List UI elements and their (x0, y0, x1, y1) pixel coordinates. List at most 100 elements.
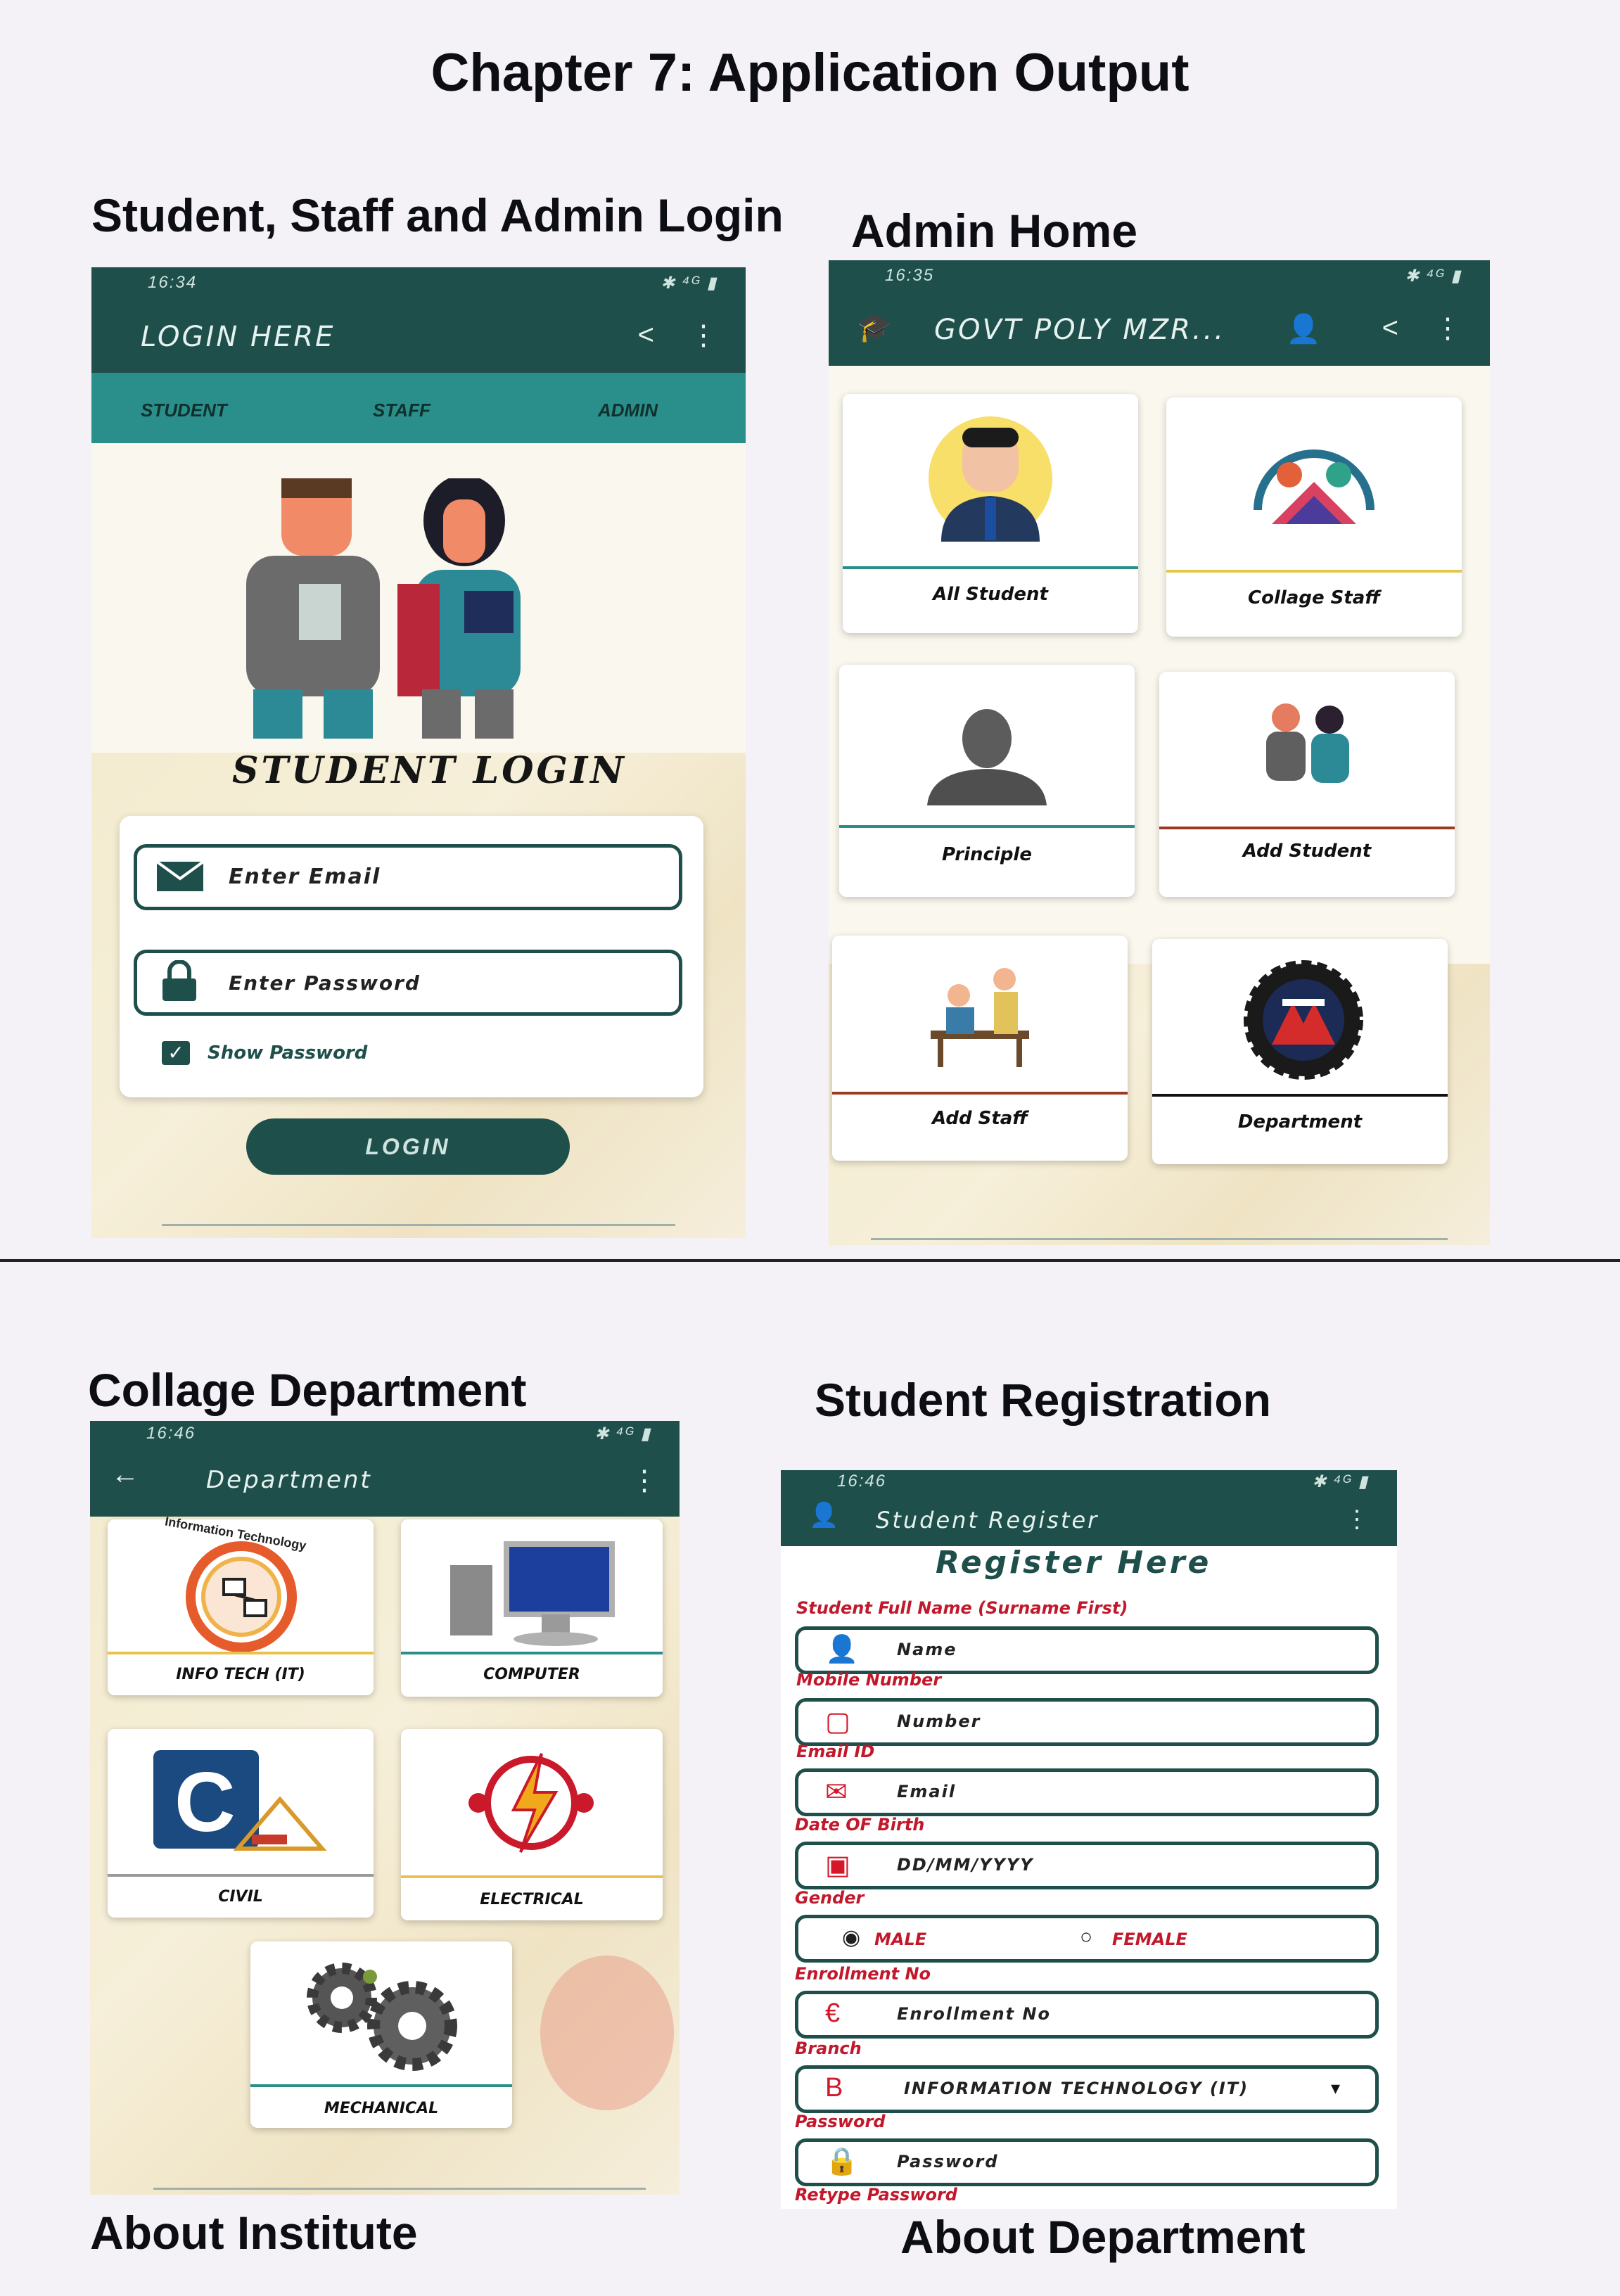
dob-field[interactable]: ▣ DD/MM/YYYY (795, 1842, 1379, 1889)
tile-accent-line (832, 1092, 1128, 1095)
register-password-placeholder: Password (897, 2152, 999, 2171)
tile-label: INFO TECH (IT) (176, 1666, 305, 1683)
branch-label: Branch (795, 2039, 862, 2058)
add-staff-tile[interactable]: Add Staff (832, 936, 1128, 1161)
tile-accent-line (108, 1652, 374, 1654)
share-icon[interactable]: < (1382, 312, 1398, 344)
nav-bar-line (162, 1224, 675, 1226)
register-password-field[interactable]: 🔒 Password (795, 2138, 1379, 2186)
password-field[interactable]: Enter Password (134, 950, 682, 1016)
status-icons: ✱ ⁴ᴳ ▮ (1405, 267, 1462, 286)
email-placeholder: Enter Email (229, 865, 381, 889)
enrollment-field[interactable]: € Enrollment No (795, 1991, 1379, 2039)
overflow-menu-icon[interactable]: ⋮ (689, 319, 717, 352)
back-arrow-icon[interactable]: ← (111, 1459, 139, 1491)
tile-label: CIVIL (218, 1888, 263, 1906)
app-bar-title: GOVT POLY MZR... (934, 314, 1226, 346)
status-bar: 16:46 ✱ ⁴ᴳ ▮ (781, 1470, 1397, 1495)
share-icon[interactable]: < (638, 319, 654, 351)
app-bar-title: Department (206, 1466, 372, 1494)
tile-accent-line (108, 1874, 374, 1877)
overflow-menu-icon[interactable]: ⋮ (1434, 312, 1462, 345)
tile-accent-line (1166, 570, 1462, 573)
tab-student[interactable]: STUDENT (141, 400, 227, 421)
graduation-cap-icon: 🎓 (857, 312, 892, 343)
admin-home-screen: 16:35 ✱ ⁴ᴳ ▮ 🎓 GOVT POLY MZR... 👤 < ⋮ Al… (829, 260, 1490, 1245)
show-password-label: Show Password (208, 1042, 368, 1064)
tile-label: Collage Staff (1248, 587, 1380, 608)
status-bar: 16:34 ✱ ⁴ᴳ ▮ (91, 267, 746, 300)
tile-accent-line (1159, 827, 1455, 829)
tile-accent-line (1152, 1094, 1448, 1097)
principal-silhouette-icon (927, 709, 1047, 805)
tile-accent-line (401, 1875, 663, 1878)
branch-select[interactable]: B INFORMATION TECHNOLOGY (IT) ▾ (795, 2065, 1379, 2113)
retype-password-label: Retype Password (795, 2185, 957, 2205)
login-button[interactable]: LOGIN (246, 1118, 570, 1175)
department-tile[interactable]: Department (1152, 939, 1448, 1164)
collage-staff-tile[interactable]: Collage Staff (1166, 397, 1462, 637)
gender-label: Gender (795, 1888, 865, 1908)
status-time: 16:34 (148, 273, 198, 292)
electrical-tile[interactable]: ELECTRICAL (401, 1729, 663, 1920)
tile-label: COMPUTER (483, 1666, 580, 1683)
mechanical-gears-icon (307, 1963, 457, 2071)
add-student-icon (1266, 703, 1349, 783)
mobile-number-field[interactable]: ▢ Number (795, 1698, 1379, 1746)
info-tech-tile[interactable]: Information Technology INFO TECH (IT) (108, 1514, 374, 1695)
overflow-menu-icon[interactable]: ⋮ (1345, 1505, 1369, 1533)
dob-placeholder: DD/MM/YYYY (897, 1855, 1034, 1875)
add-staff-icon (931, 968, 1029, 1067)
login-heading: STUDENT LOGIN (232, 749, 627, 792)
app-bar: LOGIN HERE < ⋮ (91, 300, 746, 373)
student-avatar-icon (929, 416, 1052, 542)
enrollment-label: Enrollment No (795, 1964, 931, 1984)
tile-label: Department (1237, 1111, 1363, 1133)
status-bar: 16:35 ✱ ⁴ᴳ ▮ (829, 260, 1490, 293)
full-name-placeholder: Name (897, 1640, 957, 1659)
password-placeholder: Enter Password (229, 971, 421, 995)
app-bar-title: Student Register (876, 1507, 1099, 1533)
tile-accent-line (250, 2084, 512, 2087)
login-tabs: STUDENT STAFF ADMIN (91, 373, 746, 443)
electrical-icon (468, 1753, 594, 1854)
overflow-menu-icon[interactable]: ⋮ (630, 1465, 658, 1497)
all-student-tile[interactable]: All Student (843, 394, 1138, 633)
lock-icon: 🔒 (825, 2147, 859, 2176)
male-radio[interactable]: ◉ (842, 1925, 860, 1950)
section-title-admin-home: Admin Home (851, 205, 1138, 257)
user-icon: 👤 (825, 1635, 859, 1664)
principle-tile[interactable]: Principle (839, 665, 1135, 897)
mobile-number-placeholder: Number (897, 1711, 981, 1731)
tab-admin[interactable]: ADMIN (598, 400, 658, 421)
app-bar: 🎓 GOVT POLY MZR... 👤 < ⋮ (829, 293, 1490, 366)
page-title: Chapter 7: Application Output (430, 43, 1190, 103)
department-emblem-icon (1244, 960, 1363, 1080)
page-divider (0, 1259, 1620, 1262)
chevron-down-icon[interactable]: ▾ (1331, 2077, 1340, 2099)
mail-icon (155, 860, 205, 891)
female-radio[interactable]: ○ (1080, 1925, 1092, 1949)
full-name-field[interactable]: 👤 Name (795, 1626, 1379, 1674)
gender-radio-group: ◉ MALE ○ FEMALE (795, 1915, 1379, 1963)
tab-staff[interactable]: STAFF (373, 400, 430, 421)
email-field[interactable]: Enter Email (134, 844, 682, 910)
email-id-field[interactable]: ✉ Email (795, 1768, 1379, 1816)
app-bar-title: LOGIN HERE (141, 321, 336, 353)
tile-label: ELECTRICAL (480, 1891, 584, 1908)
tile-accent-line (839, 825, 1135, 828)
staff-group-icon (1254, 449, 1375, 524)
calendar-icon: ▣ (825, 1851, 850, 1880)
mechanical-tile[interactable]: MECHANICAL (250, 1941, 512, 2128)
login-card: Enter Email Enter Password ✓ Show Passwo… (120, 816, 703, 1097)
add-student-tile[interactable]: Add Student (1159, 672, 1455, 897)
civil-tile[interactable]: C CIVIL (108, 1729, 374, 1918)
status-bar: 16:46 ✱ ⁴ᴳ ▮ (90, 1421, 680, 1449)
show-password-checkbox[interactable]: ✓ (162, 1041, 190, 1065)
computer-tile[interactable]: COMPUTER (401, 1519, 663, 1697)
status-icons: ✱ ⁴ᴳ ▮ (661, 274, 717, 293)
dob-label: Date OF Birth (795, 1815, 925, 1835)
email-id-placeholder: Email (897, 1782, 957, 1801)
profile-icon[interactable]: 👤 (1286, 312, 1321, 345)
students-illustration (246, 478, 521, 739)
